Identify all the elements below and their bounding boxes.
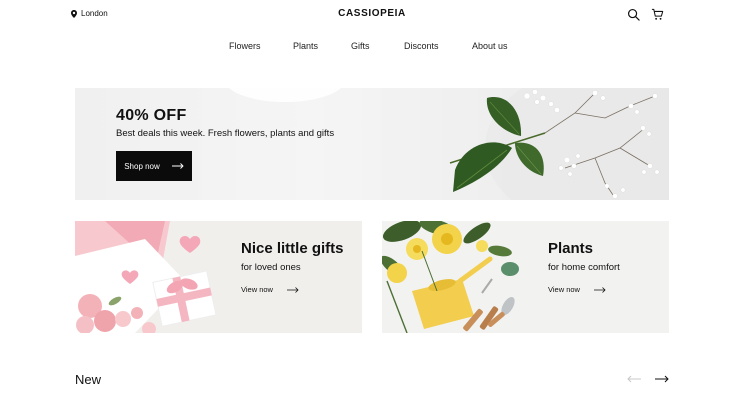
plants-card-subtitle: for home comfort (548, 262, 620, 273)
plants-card-title: Plants (548, 240, 594, 257)
nav-item-plants[interactable]: Plants (293, 41, 318, 51)
nav-item-about-us[interactable]: About us (472, 41, 508, 51)
carousel-controls (627, 375, 669, 383)
gifts-image (75, 221, 217, 333)
gifts-card-subtitle: for loved ones (241, 262, 301, 273)
plants-view-now-link[interactable]: View now (548, 285, 606, 294)
plants-image (382, 221, 519, 333)
gifts-view-now-label: View now (241, 285, 273, 294)
gifts-view-now-link[interactable]: View now (241, 285, 299, 294)
arrow-right-icon (655, 375, 669, 383)
hero-subtitle: Best deals this week. Fresh flowers, pla… (116, 128, 335, 139)
nav-item-gifts[interactable]: Gifts (351, 41, 370, 51)
shop-now-label: Shop now (124, 161, 160, 171)
hero-banner: 40% OFF Best deals this week. Fresh flow… (75, 88, 669, 200)
arrow-right-icon (593, 286, 606, 293)
gifts-card-title: Nice little gifts (241, 240, 344, 257)
plants-view-now-label: View now (548, 285, 580, 294)
arrow-left-icon (627, 375, 641, 383)
shop-now-button[interactable]: Shop now (116, 151, 192, 181)
new-section-title: New (75, 372, 102, 387)
search-icon[interactable] (626, 7, 640, 21)
carousel-prev-button[interactable] (627, 375, 641, 383)
plants-promo-card[interactable]: Plants for home comfort View now (382, 221, 669, 333)
carousel-next-button[interactable] (655, 375, 669, 383)
arrow-right-icon (171, 163, 184, 169)
nav-item-flowers[interactable]: Flowers (229, 41, 261, 51)
nav-item-discounts[interactable]: Disconts (404, 41, 439, 51)
arrow-right-icon (286, 286, 299, 293)
hero-flowers-image (229, 88, 669, 200)
gifts-promo-card[interactable]: Nice little gifts for loved ones View no… (75, 221, 362, 333)
hero-title: 40% OFF (116, 107, 187, 124)
cart-icon[interactable] (650, 7, 664, 21)
